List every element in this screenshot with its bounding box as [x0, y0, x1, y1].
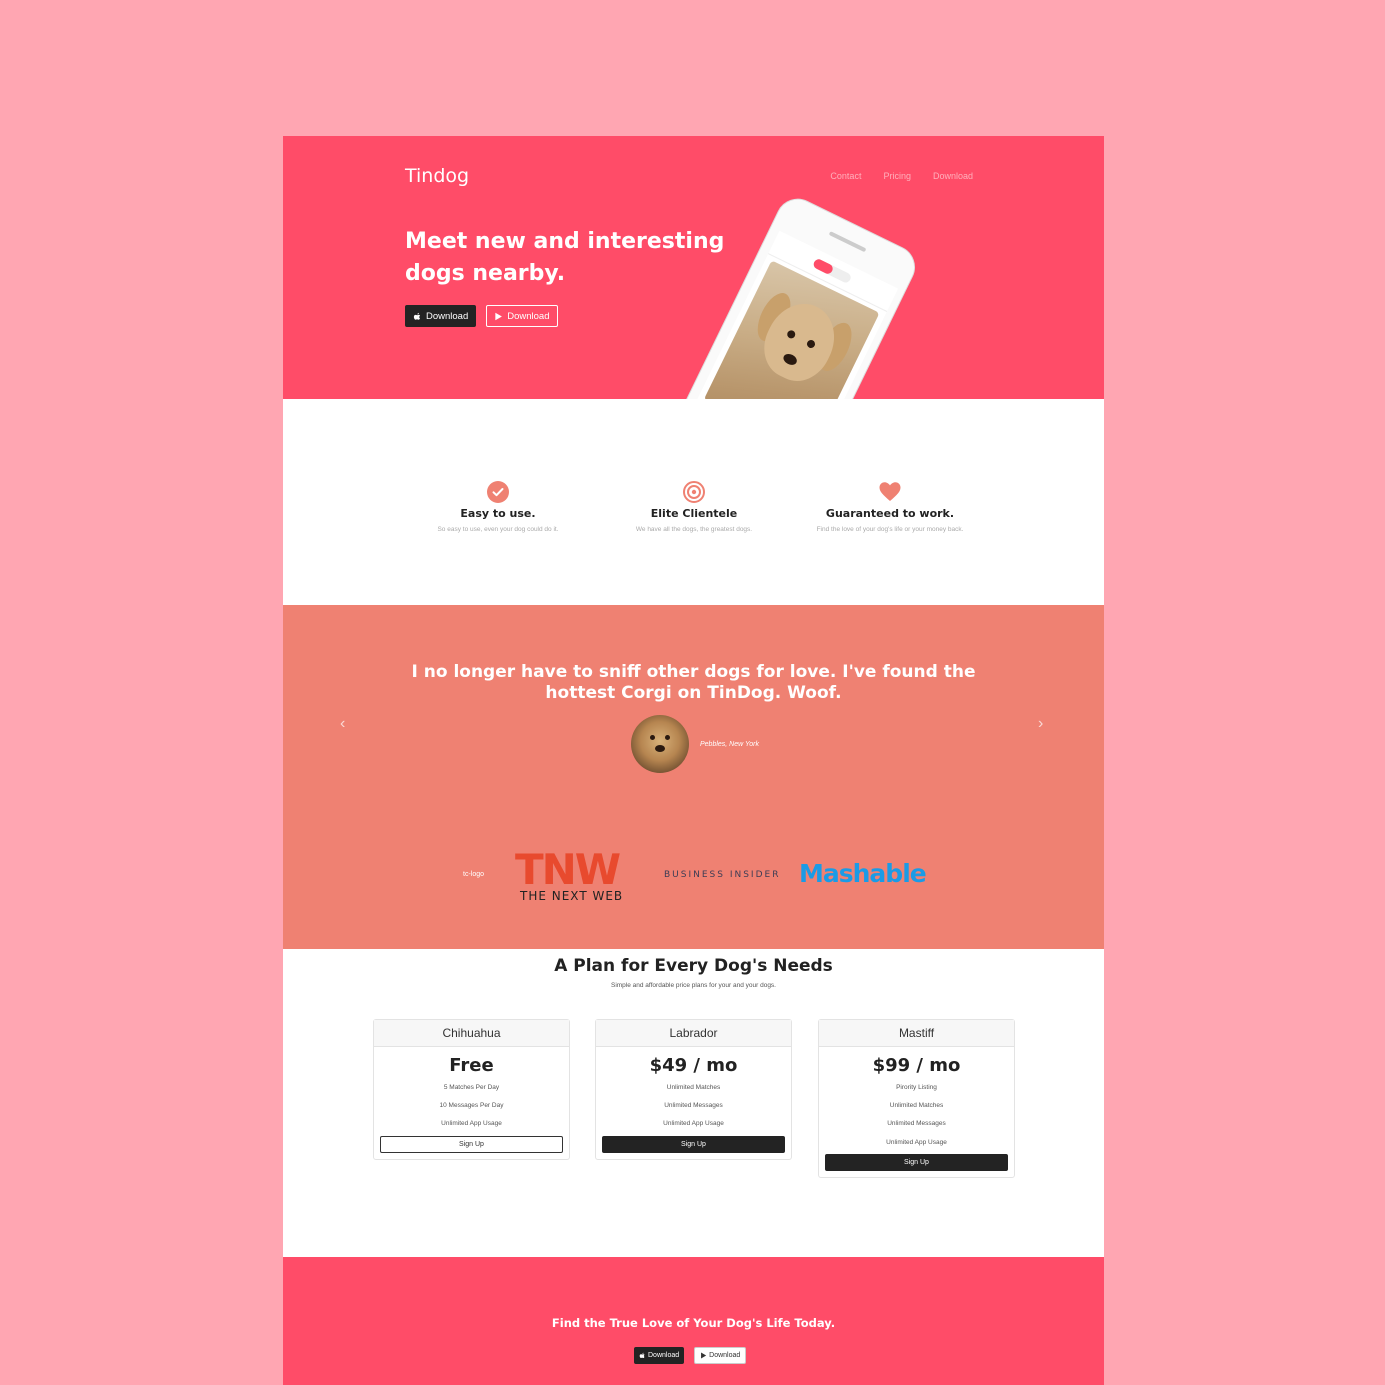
plan-price: Free: [449, 1055, 494, 1076]
feature-text: We have all the dogs, the greatest dogs.: [635, 526, 753, 533]
pricing-card-mastiff: Mastiff $99 / mo Pirority Listing Unlimi…: [818, 1019, 1015, 1178]
hero-section: Tindog Contact Pricing Download Meet new…: [283, 136, 1104, 399]
cta-google-play-download-button[interactable]: Download: [694, 1347, 747, 1364]
mashable-logo: Mashable: [799, 859, 927, 888]
cta-download-buttons: Download Download: [634, 1347, 747, 1364]
labrador-sign-up-button[interactable]: Sign Up: [602, 1135, 785, 1153]
feature-guaranteed: Guaranteed to work. Find the love of you…: [805, 481, 975, 535]
techcrunch-logo-broken-image: tc-logo: [463, 871, 485, 878]
hero-title: Meet new and interesting dogs nearby.: [405, 229, 725, 286]
feature-text: So easy to use, even your dog could do i…: [437, 526, 559, 533]
check-circle-icon: [487, 481, 509, 503]
plan-body: Free 5 Matches Per Day 10 Messages Per D…: [374, 1047, 569, 1159]
avatar-nose: [655, 745, 665, 752]
brand-logo[interactable]: Tindog: [405, 165, 469, 187]
google-play-icon: [701, 1352, 707, 1359]
feature-elite: Elite Clientele We have all the dogs, th…: [609, 481, 779, 535]
features-section: Easy to use. So easy to use, even your d…: [283, 399, 1104, 605]
google-play-download-button[interactable]: Download: [486, 305, 558, 327]
cta-google-download-label: Download: [709, 1352, 741, 1359]
press-logos: tc-logo TNW THE NEXT WEB BUSINESS INSIDE…: [283, 845, 1104, 905]
pricing-section: A Plan for Every Dog's Needs Simple and …: [283, 949, 1104, 1257]
plan-name: Chihuahua: [374, 1020, 569, 1047]
nav-link-contact[interactable]: Contact: [830, 171, 861, 181]
tnw-logo: TNW THE NEXT WEB: [515, 845, 624, 904]
feature-easy: Easy to use. So easy to use, even your d…: [413, 481, 583, 535]
testimonial-avatar: [631, 715, 689, 773]
chihuahua-sign-up-button[interactable]: Sign Up: [380, 1135, 563, 1153]
plan-feature: Unlimited Messages: [664, 1102, 723, 1110]
feature-title: Easy to use.: [460, 507, 536, 520]
heart-icon: [879, 482, 901, 501]
plan-feature: Unlimited App Usage: [441, 1120, 502, 1128]
carousel-next-chevron-right-icon[interactable]: ›: [1038, 715, 1043, 733]
mastiff-sign-up-button[interactable]: Sign Up: [825, 1153, 1008, 1171]
carousel-prev-chevron-left-icon[interactable]: ‹: [340, 715, 345, 733]
top-nav: Contact Pricing Download: [830, 171, 973, 181]
avatar-eye: [650, 735, 655, 740]
apple-download-button[interactable]: Download: [405, 305, 477, 327]
plan-feature: 10 Messages Per Day: [439, 1102, 504, 1110]
plan-price: $49 / mo: [649, 1055, 738, 1076]
phone-screen: [696, 230, 899, 399]
pricing-card-chihuahua: Chihuahua Free 5 Matches Per Day 10 Mess…: [373, 1019, 570, 1160]
plan-feature: Pirority Listing: [896, 1084, 937, 1091]
plan-feature: Unlimited Matches: [666, 1084, 721, 1091]
cta-section: Find the True Love of Your Dog's Life To…: [283, 1257, 1104, 1385]
phone-mockup-image: [673, 191, 923, 399]
google-play-icon: [495, 312, 503, 320]
feature-text: Find the love of your dog's life or your…: [816, 526, 964, 533]
phone-speaker: [828, 231, 867, 253]
google-download-label: Download: [507, 310, 550, 322]
feature-title: Guaranteed to work.: [825, 507, 955, 520]
tnw-logo-text: THE NEXT WEB: [520, 889, 624, 903]
pricing-card-labrador: Labrador $49 / mo Unlimited Matches Unli…: [595, 1019, 792, 1160]
pricing-title: A Plan for Every Dog's Needs: [554, 956, 833, 976]
plan-name: Mastiff: [819, 1020, 1014, 1047]
testimonial-section: ‹ › I no longer have to sniff other dogs…: [283, 605, 1104, 949]
tnw-logo-mark: TNW: [515, 845, 621, 894]
plan-feature: Unlimited App Usage: [663, 1120, 724, 1128]
nav-link-pricing[interactable]: Pricing: [883, 171, 911, 181]
avatar-eye: [665, 735, 670, 740]
phone-body: [673, 191, 923, 399]
cta-title: Find the True Love of Your Dog's Life To…: [551, 1316, 836, 1330]
plan-body: $49 / mo Unlimited Matches Unlimited Mes…: [596, 1047, 791, 1159]
testimonial-author: Pebbles, New York: [700, 741, 760, 748]
pricing-subtitle: Simple and affordable price plans for yo…: [610, 982, 776, 989]
business-insider-logo: BUSINESS INSIDER: [664, 870, 781, 880]
apple-download-label: Download: [426, 310, 469, 322]
landing-page: Tindog Contact Pricing Download Meet new…: [283, 136, 1104, 1385]
apple-icon: [639, 1352, 645, 1359]
plan-feature: Unlimited Messages: [887, 1120, 946, 1128]
bullseye-icon: [683, 481, 705, 503]
plan-feature: Unlimited App Usage: [886, 1138, 947, 1146]
plan-feature: 5 Matches Per Day: [443, 1084, 500, 1091]
plan-price: $99 / mo: [872, 1055, 961, 1076]
feature-title: Elite Clientele: [650, 507, 738, 520]
cta-apple-download-button[interactable]: Download: [634, 1347, 685, 1364]
phone-toggle: [812, 257, 853, 285]
plan-name: Labrador: [596, 1020, 791, 1047]
nav-link-download[interactable]: Download: [933, 171, 973, 181]
testimonial-quote: I no longer have to sniff other dogs for…: [411, 662, 976, 703]
plan-body: $99 / mo Pirority Listing Unlimited Matc…: [819, 1047, 1014, 1177]
apple-icon: [413, 312, 421, 320]
cta-apple-download-label: Download: [648, 1352, 680, 1359]
hero-download-buttons: Download Download: [405, 305, 558, 327]
plan-feature: Unlimited Matches: [889, 1102, 944, 1110]
